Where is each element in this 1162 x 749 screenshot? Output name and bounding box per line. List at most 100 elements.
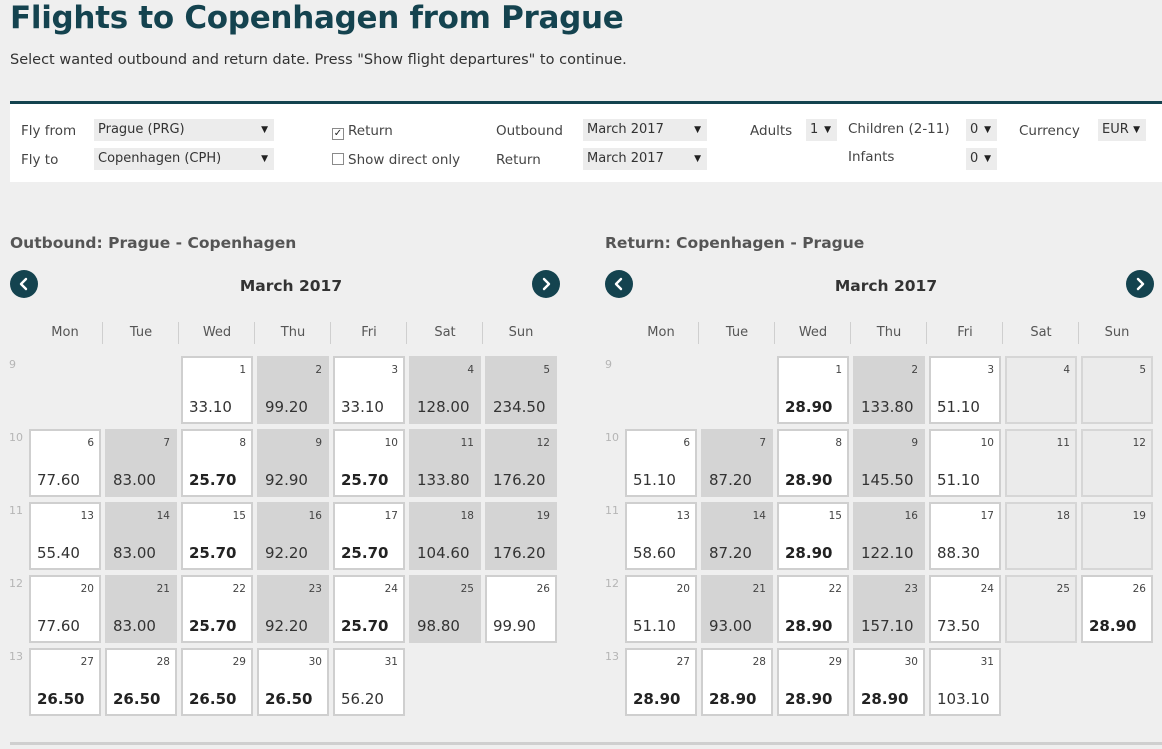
calendar-day[interactable]: 15 28.90: [777, 502, 849, 570]
calendar-day[interactable]: 1 33.10: [181, 356, 253, 424]
calendar-day[interactable]: 16 92.20: [257, 502, 329, 570]
return-checkbox[interactable]: ✓ Return: [332, 123, 393, 140]
calendar-day[interactable]: 6 77.60: [29, 429, 101, 497]
infants-select[interactable]: 0 ▼: [966, 148, 997, 170]
calendar-day[interactable]: 24 25.70: [333, 575, 405, 643]
day-price: 25.70: [189, 617, 237, 635]
day-price: 88.30: [937, 544, 980, 562]
day-price: 28.90: [785, 690, 833, 708]
calendar-day[interactable]: 10 25.70: [333, 429, 405, 497]
day-number: 6: [683, 437, 690, 449]
calendar-day[interactable]: 9 92.90: [257, 429, 329, 497]
calendar-day[interactable]: 13 58.60: [625, 502, 697, 570]
day-price: 73.50: [937, 617, 980, 635]
fly-from-select[interactable]: Prague (PRG) ▼: [94, 119, 274, 141]
outbound-month-select[interactable]: March 2017 ▼: [583, 119, 707, 141]
calendar-day[interactable]: 2 99.20: [257, 356, 329, 424]
day-price: 99.90: [493, 617, 536, 635]
calendar-day[interactable]: 2 133.80: [853, 356, 925, 424]
return-prev-month-button[interactable]: [605, 270, 633, 298]
calendar-day[interactable]: 14 87.20: [701, 502, 773, 570]
calendar-day[interactable]: 17 88.30: [929, 502, 1001, 570]
calendar-day[interactable]: 31 56.20: [333, 648, 405, 716]
chevron-down-icon: ▼: [984, 154, 991, 164]
calendar-day[interactable]: 25 98.80: [409, 575, 481, 643]
calendar-day[interactable]: 29 26.50: [181, 648, 253, 716]
calendar-day[interactable]: 5 234.50: [485, 356, 557, 424]
calendar-day[interactable]: 17 25.70: [333, 502, 405, 570]
chevron-down-icon: ▼: [824, 125, 831, 135]
day-number: 5: [1139, 364, 1146, 376]
calendar-day[interactable]: 9 145.50: [853, 429, 925, 497]
currency-select[interactable]: EUR ▼: [1098, 119, 1146, 141]
calendar-day[interactable]: 21 93.00: [701, 575, 773, 643]
calendar-day[interactable]: 23 92.20: [257, 575, 329, 643]
calendar-day[interactable]: 7 83.00: [105, 429, 177, 497]
day-price: 93.00: [709, 617, 752, 635]
calendar-day[interactable]: 28 26.50: [105, 648, 177, 716]
infants-label: Infants: [848, 149, 895, 165]
calendar-day[interactable]: 3 33.10: [333, 356, 405, 424]
day-price: 145.50: [861, 471, 914, 489]
return-next-month-button[interactable]: [1126, 270, 1154, 298]
return-checkbox-label: Return: [348, 123, 393, 139]
day-price: 51.10: [937, 471, 980, 489]
chevron-left-icon: [19, 277, 28, 291]
day-number: 9: [911, 437, 918, 449]
weekday-separator: [102, 322, 103, 344]
calendar-day[interactable]: 21 83.00: [105, 575, 177, 643]
outbound-next-month-button[interactable]: [532, 270, 560, 298]
calendar-day[interactable]: 26 99.90: [485, 575, 557, 643]
calendar-day[interactable]: 30 26.50: [257, 648, 329, 716]
calendar-day[interactable]: 22 25.70: [181, 575, 253, 643]
calendar-day[interactable]: 11 133.80: [409, 429, 481, 497]
calendar-day[interactable]: 1 28.90: [777, 356, 849, 424]
calendar-day[interactable]: 4 128.00: [409, 356, 481, 424]
calendar-day[interactable]: 19 176.20: [485, 502, 557, 570]
return-month-select[interactable]: March 2017 ▼: [583, 148, 707, 170]
calendar-day[interactable]: 7 87.20: [701, 429, 773, 497]
calendar-day[interactable]: 12 176.20: [485, 429, 557, 497]
day-number: 10: [384, 437, 398, 449]
calendar-day[interactable]: 13 55.40: [29, 502, 101, 570]
calendar-day[interactable]: 26 28.90: [1081, 575, 1153, 643]
calendar-day[interactable]: 8 28.90: [777, 429, 849, 497]
day-number: 12: [1132, 437, 1146, 449]
day-price: 56.20: [341, 690, 384, 708]
children-select[interactable]: 0 ▼: [966, 119, 997, 141]
day-number: 8: [239, 437, 246, 449]
day-number: 18: [460, 510, 474, 522]
day-number: 9: [315, 437, 322, 449]
calendar-day[interactable]: 29 28.90: [777, 648, 849, 716]
fly-to-select[interactable]: Copenhagen (CPH) ▼: [94, 148, 274, 170]
calendar-day[interactable]: 8 25.70: [181, 429, 253, 497]
day-price: 176.20: [493, 471, 546, 489]
calendar-day[interactable]: 20 51.10: [625, 575, 697, 643]
calendar-day[interactable]: 30 28.90: [853, 648, 925, 716]
adults-select[interactable]: 1 ▼: [806, 119, 837, 141]
calendar-day[interactable]: 22 28.90: [777, 575, 849, 643]
page-subtitle: Select wanted outbound and return date. …: [10, 52, 627, 68]
calendar-day[interactable]: 28 28.90: [701, 648, 773, 716]
day-price: 92.90: [265, 471, 308, 489]
calendar-day[interactable]: 31 103.10: [929, 648, 1001, 716]
calendar-day[interactable]: 10 51.10: [929, 429, 1001, 497]
outbound-prev-month-button[interactable]: [10, 270, 38, 298]
calendar-day[interactable]: 24 73.50: [929, 575, 1001, 643]
calendar-day[interactable]: 15 25.70: [181, 502, 253, 570]
weekday-header: Thu: [876, 325, 902, 340]
day-number: 13: [676, 510, 690, 522]
direct-only-checkbox[interactable]: Show direct only: [332, 152, 460, 168]
day-number: 1: [835, 364, 842, 376]
calendar-day[interactable]: 27 26.50: [29, 648, 101, 716]
calendar-day[interactable]: 16 122.10: [853, 502, 925, 570]
calendar-day[interactable]: 20 77.60: [29, 575, 101, 643]
calendar-day[interactable]: 18 104.60: [409, 502, 481, 570]
chevron-down-icon: ▼: [261, 125, 268, 135]
calendar-day[interactable]: 14 83.00: [105, 502, 177, 570]
calendar-day[interactable]: 27 28.90: [625, 648, 697, 716]
calendar-day[interactable]: 23 157.10: [853, 575, 925, 643]
calendar-day[interactable]: 6 51.10: [625, 429, 697, 497]
calendar-day[interactable]: 3 51.10: [929, 356, 1001, 424]
day-number: 20: [80, 583, 94, 595]
